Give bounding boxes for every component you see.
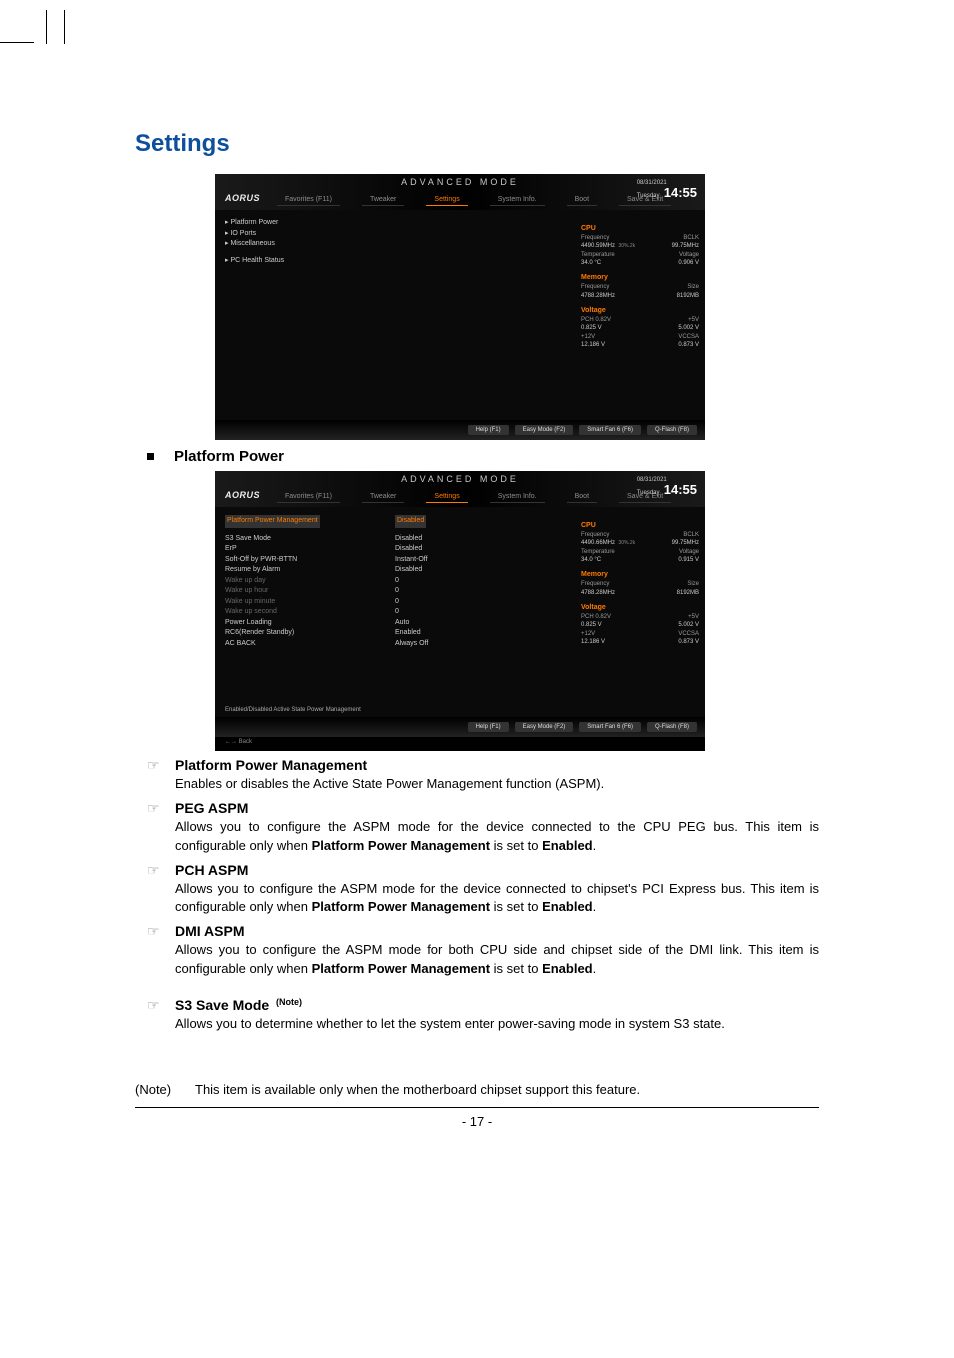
btn-easy-mode: Easy Mode (F2): [515, 425, 574, 435]
setting-value: Instant-Off: [395, 555, 565, 566]
item-title: DMI ASPM: [175, 923, 244, 939]
bios-footer: Help (F1) Easy Mode (F2) Smart Fan 6 (F6…: [215, 420, 705, 440]
item-title: Platform Power Management: [175, 757, 367, 773]
page-content: Settings ADVANCED MODE AORUS Favorites (…: [0, 30, 954, 1169]
setting-label: Wake up hour: [225, 586, 395, 597]
bios-hint: Enabled/Disabled Active State Power Mana…: [225, 707, 361, 713]
footnote-label: (Note): [135, 1082, 195, 1097]
bios-tabs: Favorites (F11) Tweaker Settings System …: [277, 196, 671, 206]
bios-right-panel: CPU FrequencyBCLK 4490.66MHz 30%.2k99.75…: [575, 507, 705, 717]
setting-value: Disabled: [395, 565, 565, 576]
setting-value: 0: [395, 607, 565, 618]
pointer-icon: ☞: [147, 924, 167, 938]
pointer-icon: ☞: [147, 758, 167, 772]
menu-misc: ▸ Miscellaneous: [225, 239, 565, 250]
bios-clock: 08/31/2021 Tuesday 14:55: [637, 180, 697, 199]
setting-value: 0: [395, 597, 565, 608]
pointer-icon: ☞: [147, 998, 167, 1012]
setting-label: RC6(Render Standby): [225, 628, 395, 639]
page-title: Settings: [135, 130, 819, 158]
setting-label: Wake up second: [225, 607, 395, 618]
bios-clock: 08/31/2021 Tuesday 14:55: [637, 477, 697, 496]
pointer-icon: ☞: [147, 863, 167, 877]
setting-label: Power Loading: [225, 618, 395, 629]
item-s3-save-mode: ☞ S3 Save Mode (Note) Allows you to dete…: [135, 997, 819, 1034]
divider: [135, 1107, 819, 1108]
item-desc: Allows you to configure the ASPM mode fo…: [175, 880, 819, 918]
bios-screenshot-settings: ADVANCED MODE AORUS Favorites (F11) Twea…: [215, 174, 705, 440]
btn-help: Help (F1): [468, 425, 509, 435]
tab-boot: Boot: [567, 196, 597, 206]
setting-value: Auto: [395, 618, 565, 629]
bios-day: Tuesday: [637, 193, 660, 199]
tab-favorites: Favorites (F11): [277, 196, 340, 206]
row-ppm-val: Disabled: [395, 515, 426, 528]
item-desc: Allows you to determine whether to let t…: [175, 1015, 819, 1034]
bullet-icon: [147, 453, 154, 460]
tab-settings: Settings: [426, 196, 467, 206]
right-memory-header: Memory: [581, 273, 699, 283]
bios-left-panel: Platform Power Management S3 Save ModeEr…: [215, 507, 575, 717]
item-desc: Allows you to configure the ASPM mode fo…: [175, 818, 819, 856]
right-cpu-header: CPU: [581, 224, 699, 234]
tab-tweaker: Tweaker: [362, 196, 404, 206]
footnote: (Note) This item is available only when …: [135, 1082, 819, 1097]
bios-time: 14:55: [664, 186, 697, 199]
setting-value: Disabled: [395, 544, 565, 555]
item-peg-aspm: ☞ PEG ASPM Allows you to configure the A…: [135, 800, 819, 856]
item-title: PCH ASPM: [175, 862, 248, 878]
row-ppm: Platform Power Management: [225, 515, 320, 528]
aorus-logo: AORUS: [225, 193, 260, 203]
pointer-icon: ☞: [147, 801, 167, 815]
btn-smart-fan: Smart Fan 6 (F6): [579, 425, 641, 435]
setting-value: Always Off: [395, 639, 565, 650]
setting-label: Resume by Alarm: [225, 565, 395, 576]
setting-label: S3 Save Mode: [225, 534, 395, 545]
item-title: S3 Save Mode (Note): [175, 997, 302, 1013]
item-title: PEG ASPM: [175, 800, 248, 816]
item-pch-aspm: ☞ PCH ASPM Allows you to configure the A…: [135, 862, 819, 918]
setting-value: 0: [395, 586, 565, 597]
setting-label: Wake up minute: [225, 597, 395, 608]
item-dmi-aspm: ☞ DMI ASPM Allows you to configure the A…: [135, 923, 819, 979]
aorus-logo: AORUS: [225, 490, 260, 500]
setting-value: 0: [395, 576, 565, 587]
bios-tabs: Favorites (F11) Tweaker Settings System …: [277, 493, 671, 503]
bios-footer: Help (F1) Easy Mode (F2) Smart Fan 6 (F6…: [215, 717, 705, 737]
menu-io-ports: ▸ IO Ports: [225, 229, 565, 240]
right-voltage-header: Voltage: [581, 306, 699, 316]
footnote-text: This item is available only when the mot…: [195, 1082, 640, 1097]
setting-value: Disabled: [395, 534, 565, 545]
note-superscript: (Note): [276, 997, 302, 1007]
setting-label: AC BACK: [225, 639, 395, 650]
bios-mode-title: ADVANCED MODE: [401, 177, 519, 187]
bios-left-panel: ▸ Platform Power ▸ IO Ports ▸ Miscellane…: [215, 210, 575, 420]
setting-label: ErP: [225, 544, 395, 555]
bios-screenshot-platform-power: ADVANCED MODE AORUS Favorites (F11) Twea…: [215, 471, 705, 751]
btn-qflash: Q-Flash (F8): [647, 425, 697, 435]
page-number: - 17 -: [135, 1114, 819, 1129]
bios-mode-title: ADVANCED MODE: [401, 474, 519, 484]
bios-right-panel: CPU FrequencyBCLK 4490.59MHz 30%.2k99.75…: [575, 210, 705, 420]
setting-value: Enabled: [395, 628, 565, 639]
subsection-title: Platform Power: [174, 448, 284, 465]
tab-system-info: System Info.: [490, 196, 545, 206]
item-platform-power-management: ☞ Platform Power Management Enables or d…: [135, 757, 819, 794]
menu-pc-health: ▸ PC Health Status: [225, 256, 565, 267]
bios-back-hint: ←→ Back: [215, 737, 705, 751]
setting-label: Wake up day: [225, 576, 395, 587]
menu-platform-power: ▸ Platform Power: [225, 218, 565, 229]
setting-label: Soft-Off by PWR-BTTN: [225, 555, 395, 566]
item-desc: Allows you to configure the ASPM mode fo…: [175, 941, 819, 979]
item-desc: Enables or disables the Active State Pow…: [175, 775, 819, 794]
